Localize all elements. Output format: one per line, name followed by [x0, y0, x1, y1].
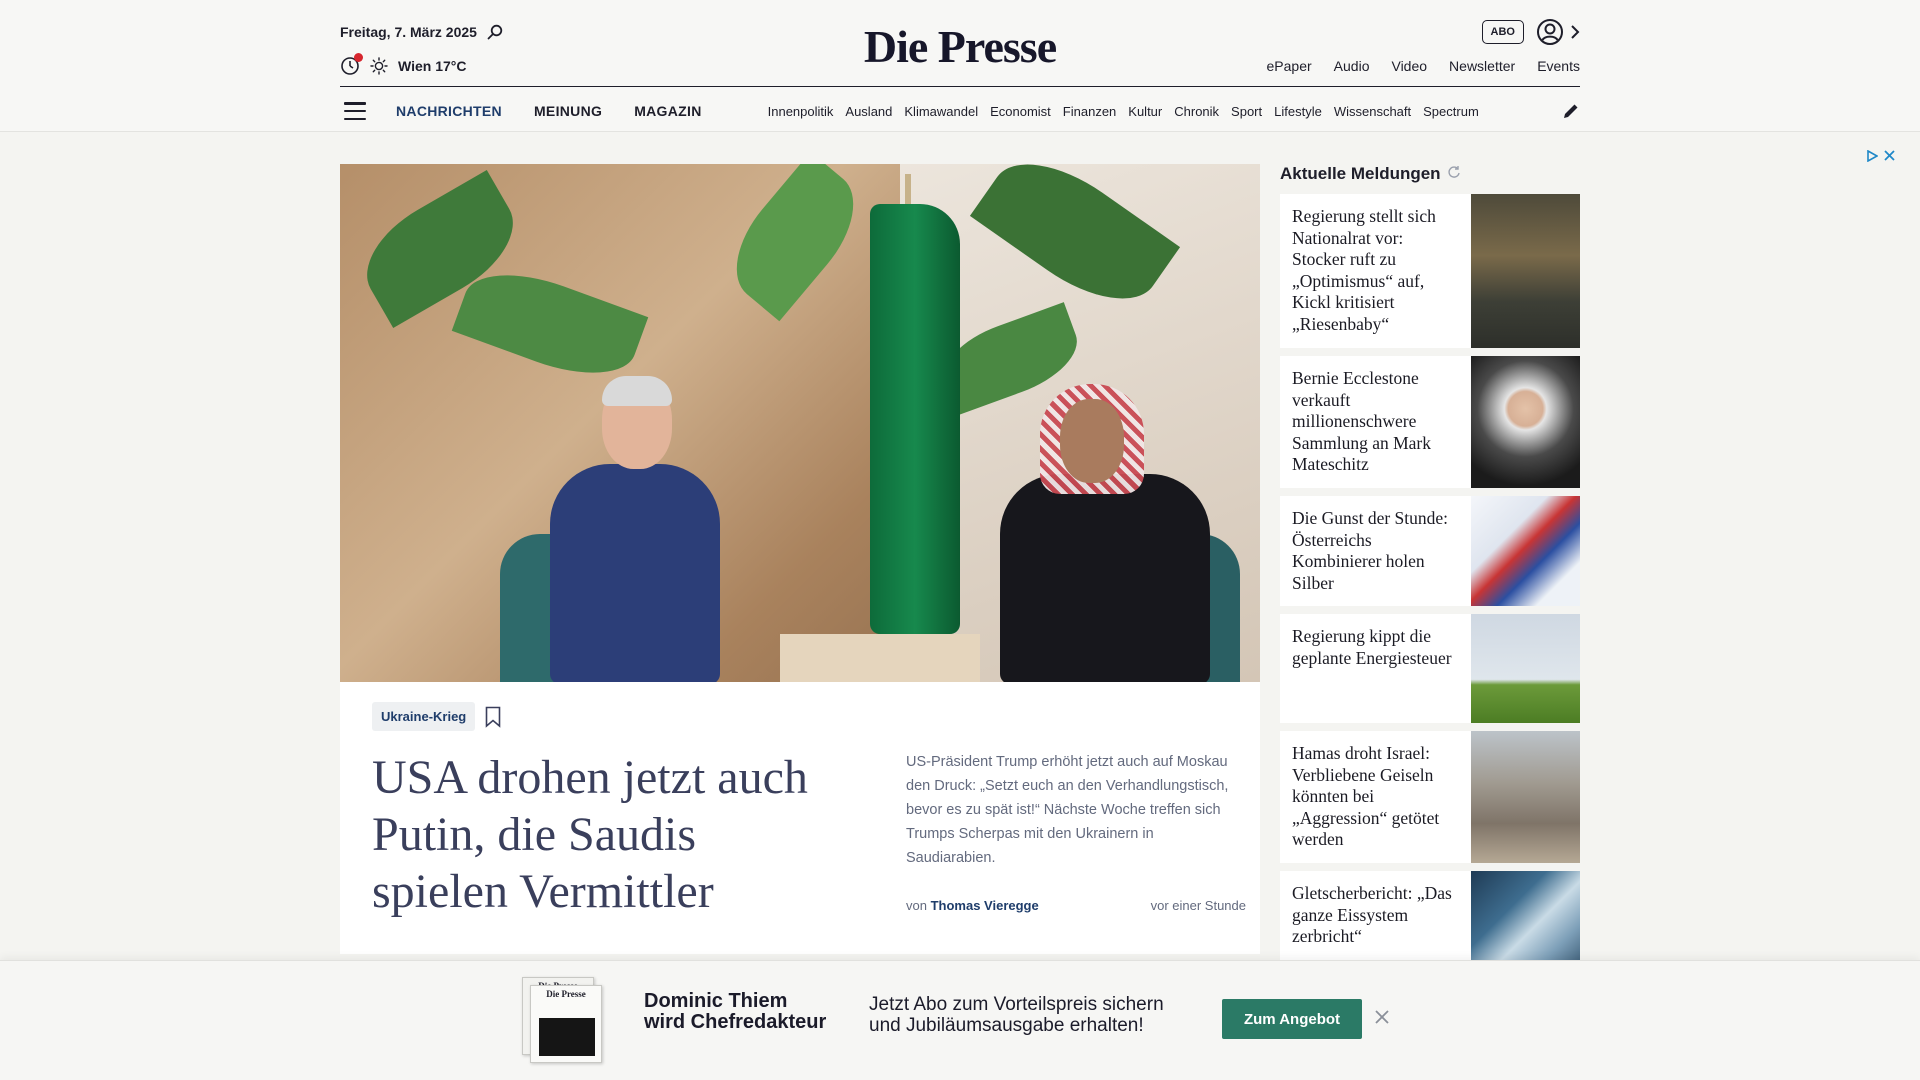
list-item[interactable]: Die Gunst der Stunde: Österreichs Kombin…	[1280, 496, 1580, 606]
news-item-title[interactable]: Hamas droht Israel: Verbliebene Geiseln …	[1280, 731, 1471, 863]
image-person-right	[1000, 474, 1210, 682]
publish-time: vor einer Stunde	[1150, 898, 1246, 913]
portrait-thumbnail[interactable]	[1471, 356, 1580, 488]
promo-title-line: Dominic Thiem	[644, 990, 788, 1012]
date-row: Freitag, 7. März 2025	[340, 24, 503, 40]
image-person-left-hair	[602, 376, 672, 406]
ski-thumbnail[interactable]	[1471, 496, 1580, 606]
subnav-ausland[interactable]: Ausland	[845, 104, 892, 119]
list-item[interactable]: Bernie Ecclestone verkauft millionenschw…	[1280, 356, 1580, 488]
header-inner: Freitag, 7. März 2025 Wien 17°C Die Pres…	[340, 0, 1580, 132]
news-item-title[interactable]: Bernie Ecclestone verkauft millionenschw…	[1280, 356, 1471, 488]
newspaper-photo	[539, 1018, 595, 1056]
weather-text[interactable]: Wien 17°C	[398, 58, 467, 74]
image-table	[780, 634, 980, 682]
abo-button[interactable]: ABO	[1481, 20, 1524, 44]
promo-text-line: und Jubiläumsausgabe erhalten!	[869, 1015, 1144, 1036]
nav-magazin[interactable]: MAGAZIN	[634, 103, 701, 119]
account-controls: ABO	[1481, 18, 1580, 46]
subnav-kultur[interactable]: Kultur	[1128, 104, 1162, 119]
sidebar-heading: Aktuelle Meldungen	[1280, 164, 1441, 183]
main-navigation: NACHRICHTEN MEINUNG MAGAZIN Innenpolitik…	[340, 96, 1580, 126]
ruins-thumbnail[interactable]	[1471, 731, 1580, 863]
utility-links: ePaper Audio Video Newsletter Events	[1267, 58, 1580, 74]
list-item[interactable]: Regierung kippt die geplante Energiesteu…	[1280, 614, 1580, 723]
image-person-right-head	[1060, 399, 1124, 483]
nav-meinung[interactable]: MEINUNG	[534, 103, 602, 119]
clock-notification-icon[interactable]	[340, 53, 363, 76]
topic-tag[interactable]: Ukraine-Krieg	[372, 702, 476, 731]
list-item[interactable]: Regierung stellt sich Nationalrat vor: S…	[1280, 194, 1580, 348]
chevron-right-icon[interactable]	[1570, 24, 1580, 40]
newspaper-front-page: Die Presse	[530, 985, 602, 1063]
image-plant-leaf	[714, 164, 876, 322]
subnav-finanzen[interactable]: Finanzen	[1063, 104, 1116, 119]
list-item[interactable]: Hamas droht Israel: Verbliebene Geiseln …	[1280, 731, 1580, 863]
author-link[interactable]: Thomas Vieregge	[931, 898, 1039, 913]
byline-prefix: von	[906, 898, 927, 913]
util-link-video[interactable]: Video	[1391, 58, 1427, 74]
util-link-events[interactable]: Events	[1537, 58, 1580, 74]
subnav-wissenschaft[interactable]: Wissenschaft	[1334, 104, 1411, 119]
news-item-title[interactable]: Regierung kippt die geplante Energiesteu…	[1280, 614, 1471, 723]
current-date: Freitag, 7. März 2025	[340, 24, 477, 40]
subnav-innenpolitik[interactable]: Innenpolitik	[768, 104, 834, 119]
latest-news-sidebar: Aktuelle Meldungen Regierung stellt sich…	[1280, 164, 1580, 987]
category-nav: Innenpolitik Ausland Klimawandel Economi…	[768, 103, 1528, 119]
adchoices-icon[interactable]	[1866, 149, 1879, 165]
lead-headline[interactable]: USA drohen jetzt auch Putin, die Saudis …	[372, 749, 842, 920]
nav-divider	[340, 86, 1580, 87]
subnav-spectrum[interactable]: Spectrum	[1423, 104, 1479, 119]
util-link-newsletter[interactable]: Newsletter	[1449, 58, 1515, 74]
article-meta-row: Ukraine-Krieg	[372, 702, 501, 731]
newspaper-masthead: Die Presse	[546, 989, 586, 999]
util-link-audio[interactable]: Audio	[1334, 58, 1370, 74]
search-icon[interactable]	[487, 24, 503, 40]
parliament-thumbnail[interactable]	[1471, 194, 1580, 348]
news-item-title[interactable]: Regierung stellt sich Nationalrat vor: S…	[1280, 194, 1471, 348]
ad-close-icon[interactable]	[1884, 150, 1895, 165]
subnav-sport[interactable]: Sport	[1231, 104, 1262, 119]
lead-article-image[interactable]	[340, 164, 1260, 682]
site-logo[interactable]: Die Presse	[864, 20, 1057, 73]
subnav-chronik[interactable]: Chronik	[1174, 104, 1219, 119]
promo-title-line: wird Chefredakteur	[644, 1011, 827, 1033]
image-flag	[870, 204, 960, 634]
util-link-epaper[interactable]: ePaper	[1267, 58, 1312, 74]
powerlines-thumbnail[interactable]	[1471, 614, 1580, 723]
promo-title: Dominic Thiem wird Chefredakteur	[644, 991, 826, 1033]
news-item-title[interactable]: Die Gunst der Stunde: Österreichs Kombin…	[1280, 496, 1471, 606]
sun-icon	[370, 57, 388, 75]
site-header: Freitag, 7. März 2025 Wien 17°C Die Pres…	[0, 0, 1920, 132]
newspaper-thumbnail: Die Presse Die Presse	[522, 977, 602, 1063]
close-icon[interactable]	[1374, 1009, 1390, 1030]
nav-nachrichten[interactable]: NACHRICHTEN	[396, 103, 502, 119]
lead-article[interactable]: Ukraine-Krieg USA drohen jetzt auch Puti…	[340, 164, 1260, 954]
byline: von Thomas Vieregge vor einer Stunde	[906, 898, 1246, 913]
bookmark-icon[interactable]	[485, 706, 501, 728]
image-plant-leaf	[451, 255, 649, 393]
promo-text-line: Jetzt Abo zum Vorteilspreis sichern	[869, 994, 1164, 1015]
sidebar-title: Aktuelle Meldungen	[1280, 164, 1580, 184]
byline-author-group: von Thomas Vieregge	[906, 898, 1039, 913]
subnav-klimawandel[interactable]: Klimawandel	[904, 104, 978, 119]
section-nav: NACHRICHTEN MEINUNG MAGAZIN	[396, 103, 702, 119]
notification-dot	[354, 53, 363, 62]
ad-choices	[1866, 149, 1895, 165]
refresh-icon	[1447, 164, 1461, 184]
subnav-economist[interactable]: Economist	[990, 104, 1051, 119]
menu-icon[interactable]	[344, 102, 366, 120]
pencil-icon[interactable]	[1562, 102, 1580, 125]
lead-teaser: US-Präsident Trump erhöht jetzt auch auf…	[906, 754, 1229, 866]
zum-angebot-button[interactable]: Zum Angebot	[1222, 999, 1362, 1039]
weather-row: Wien 17°C	[340, 53, 467, 76]
promo-text: Jetzt Abo zum Vorteilspreis sichern und …	[869, 994, 1164, 1036]
subnav-lifestyle[interactable]: Lifestyle	[1274, 104, 1322, 119]
subscription-promo-banner: Die Presse Die Presse Dominic Thiem wird…	[0, 960, 1920, 1080]
user-account-icon[interactable]	[1536, 18, 1564, 46]
image-person-left	[550, 464, 720, 682]
